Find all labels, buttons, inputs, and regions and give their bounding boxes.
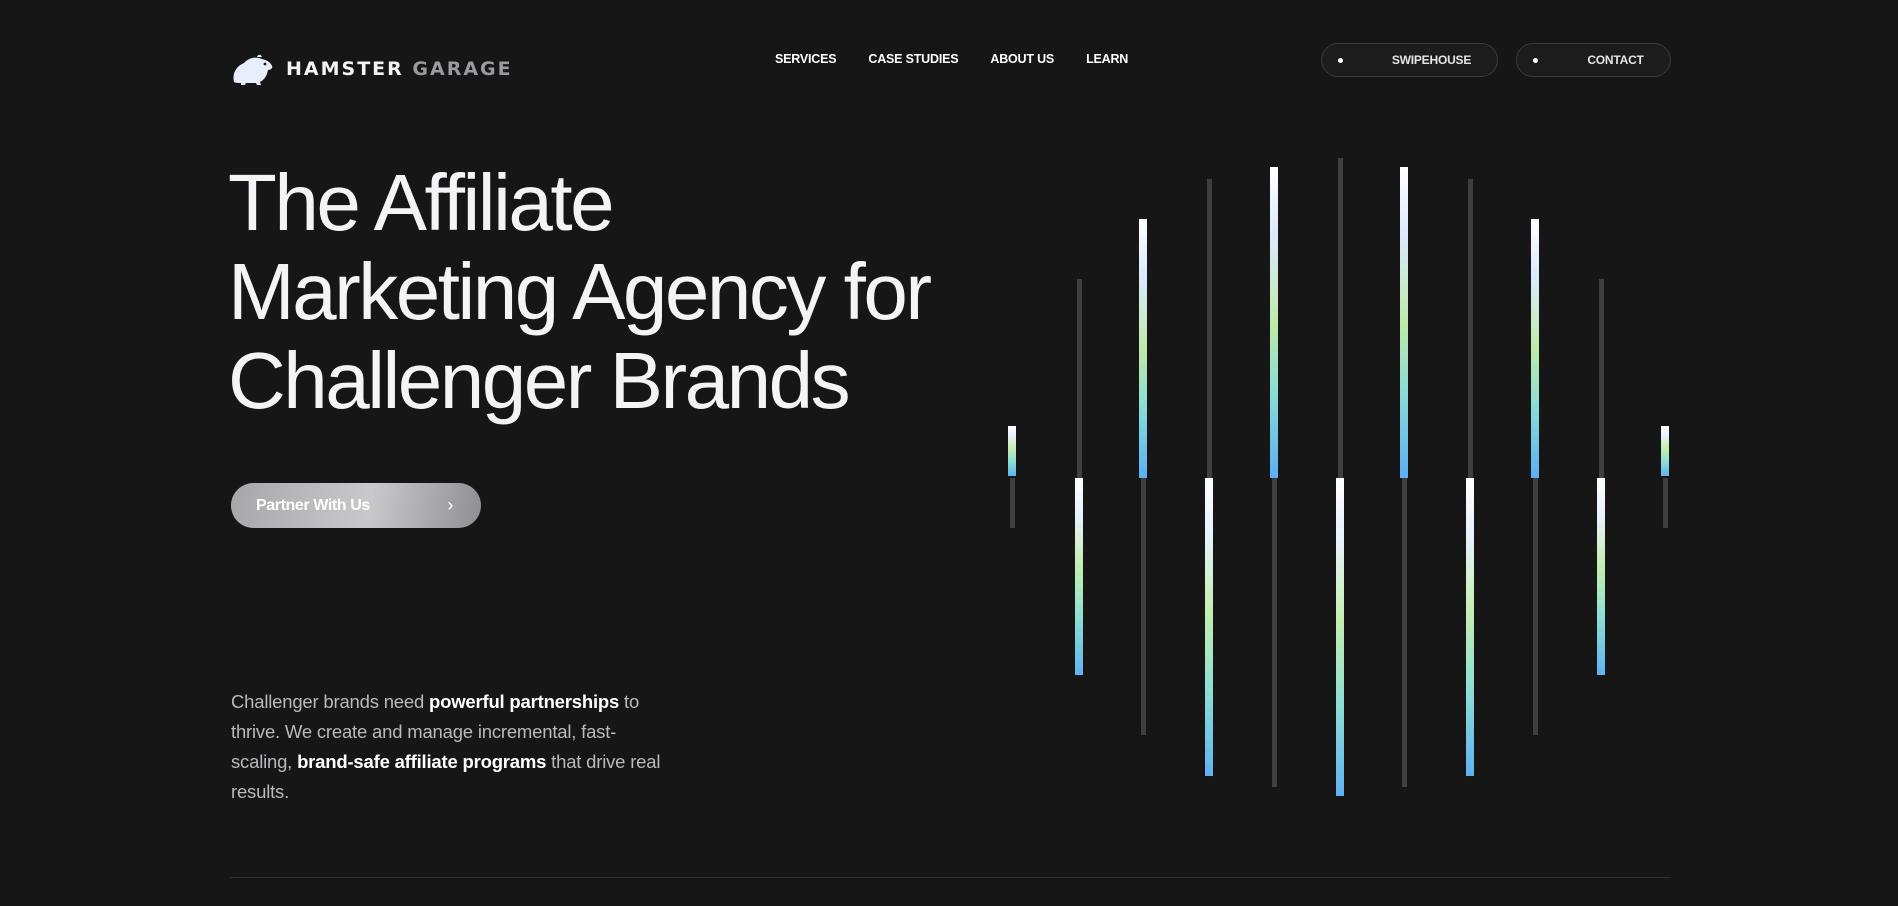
dot-icon	[1338, 58, 1343, 63]
equalizer-bar	[1402, 478, 1407, 787]
equalizer-bar	[1466, 478, 1474, 776]
intro-paragraph: Challenger brands need powerful partners…	[231, 687, 671, 807]
section-divider	[230, 877, 1671, 878]
equalizer-bar	[1141, 478, 1146, 735]
equalizer-bar	[1599, 279, 1604, 478]
swipehouse-label: SWIPEHOUSE	[1391, 53, 1472, 67]
equalizer-bar	[1597, 478, 1605, 675]
nav-services[interactable]: SERVICES	[775, 52, 837, 66]
equalizer-bar	[1075, 478, 1083, 675]
equalizer-bar	[1205, 478, 1213, 776]
equalizer-bar	[1338, 158, 1343, 478]
equalizer-bar	[1270, 167, 1278, 478]
equalizer-bar	[1008, 426, 1016, 476]
brand-logo[interactable]: HAMSTER GARAGE	[230, 52, 513, 86]
equalizer-bar	[1077, 279, 1082, 478]
intro-bold-2: brand-safe affiliate programs	[297, 751, 547, 772]
chevron-right-icon: ›	[447, 495, 453, 515]
partner-with-us-button[interactable]: Partner With Us ›	[231, 483, 481, 528]
brand-wordmark: HAMSTER GARAGE	[286, 58, 513, 80]
dot-icon	[1533, 58, 1538, 63]
equalizer-bar	[1468, 179, 1473, 478]
equalizer-bar	[1531, 219, 1539, 478]
nav-about-us[interactable]: ABOUT US	[990, 52, 1054, 66]
equalizer-bar	[1207, 179, 1212, 478]
equalizer-bar	[1533, 478, 1538, 735]
cta-label: Partner With Us	[256, 496, 370, 514]
hamster-icon	[230, 52, 274, 86]
landing-page: HAMSTER GARAGE SERVICES CASE STUDIES ABO…	[0, 0, 1898, 906]
hero-title: The Affiliate Marketing Agency for Chall…	[228, 158, 1008, 425]
intro-bold-1: powerful partnerships	[429, 691, 620, 712]
brand-name-secondary: GARAGE	[412, 58, 513, 80]
brand-name-primary: HAMSTER	[286, 58, 404, 80]
swipehouse-button[interactable]: SWIPEHOUSE	[1321, 43, 1498, 77]
equalizer-bar	[1661, 426, 1669, 476]
equalizer-bar	[1336, 478, 1344, 796]
main-nav: SERVICES CASE STUDIES ABOUT US LEARN	[775, 52, 1128, 66]
equalizer-bar	[1272, 478, 1277, 787]
hero-title-line-3: Challenger Brands	[228, 336, 851, 425]
contact-button[interactable]: CONTACT	[1516, 43, 1671, 77]
equalizer-bar	[1400, 167, 1408, 478]
hero-title-line-1: The Affiliate	[228, 158, 615, 247]
equalizer-bar	[1010, 478, 1015, 528]
intro-text-1: Challenger brands need	[231, 691, 430, 712]
equalizer-bar	[1663, 478, 1668, 528]
contact-label: CONTACT	[1587, 53, 1644, 67]
nav-learn[interactable]: LEARN	[1086, 52, 1128, 66]
equalizer-bar	[1139, 219, 1147, 478]
nav-case-studies[interactable]: CASE STUDIES	[868, 52, 958, 66]
hero-title-line-2: Marketing Agency for	[228, 247, 932, 336]
